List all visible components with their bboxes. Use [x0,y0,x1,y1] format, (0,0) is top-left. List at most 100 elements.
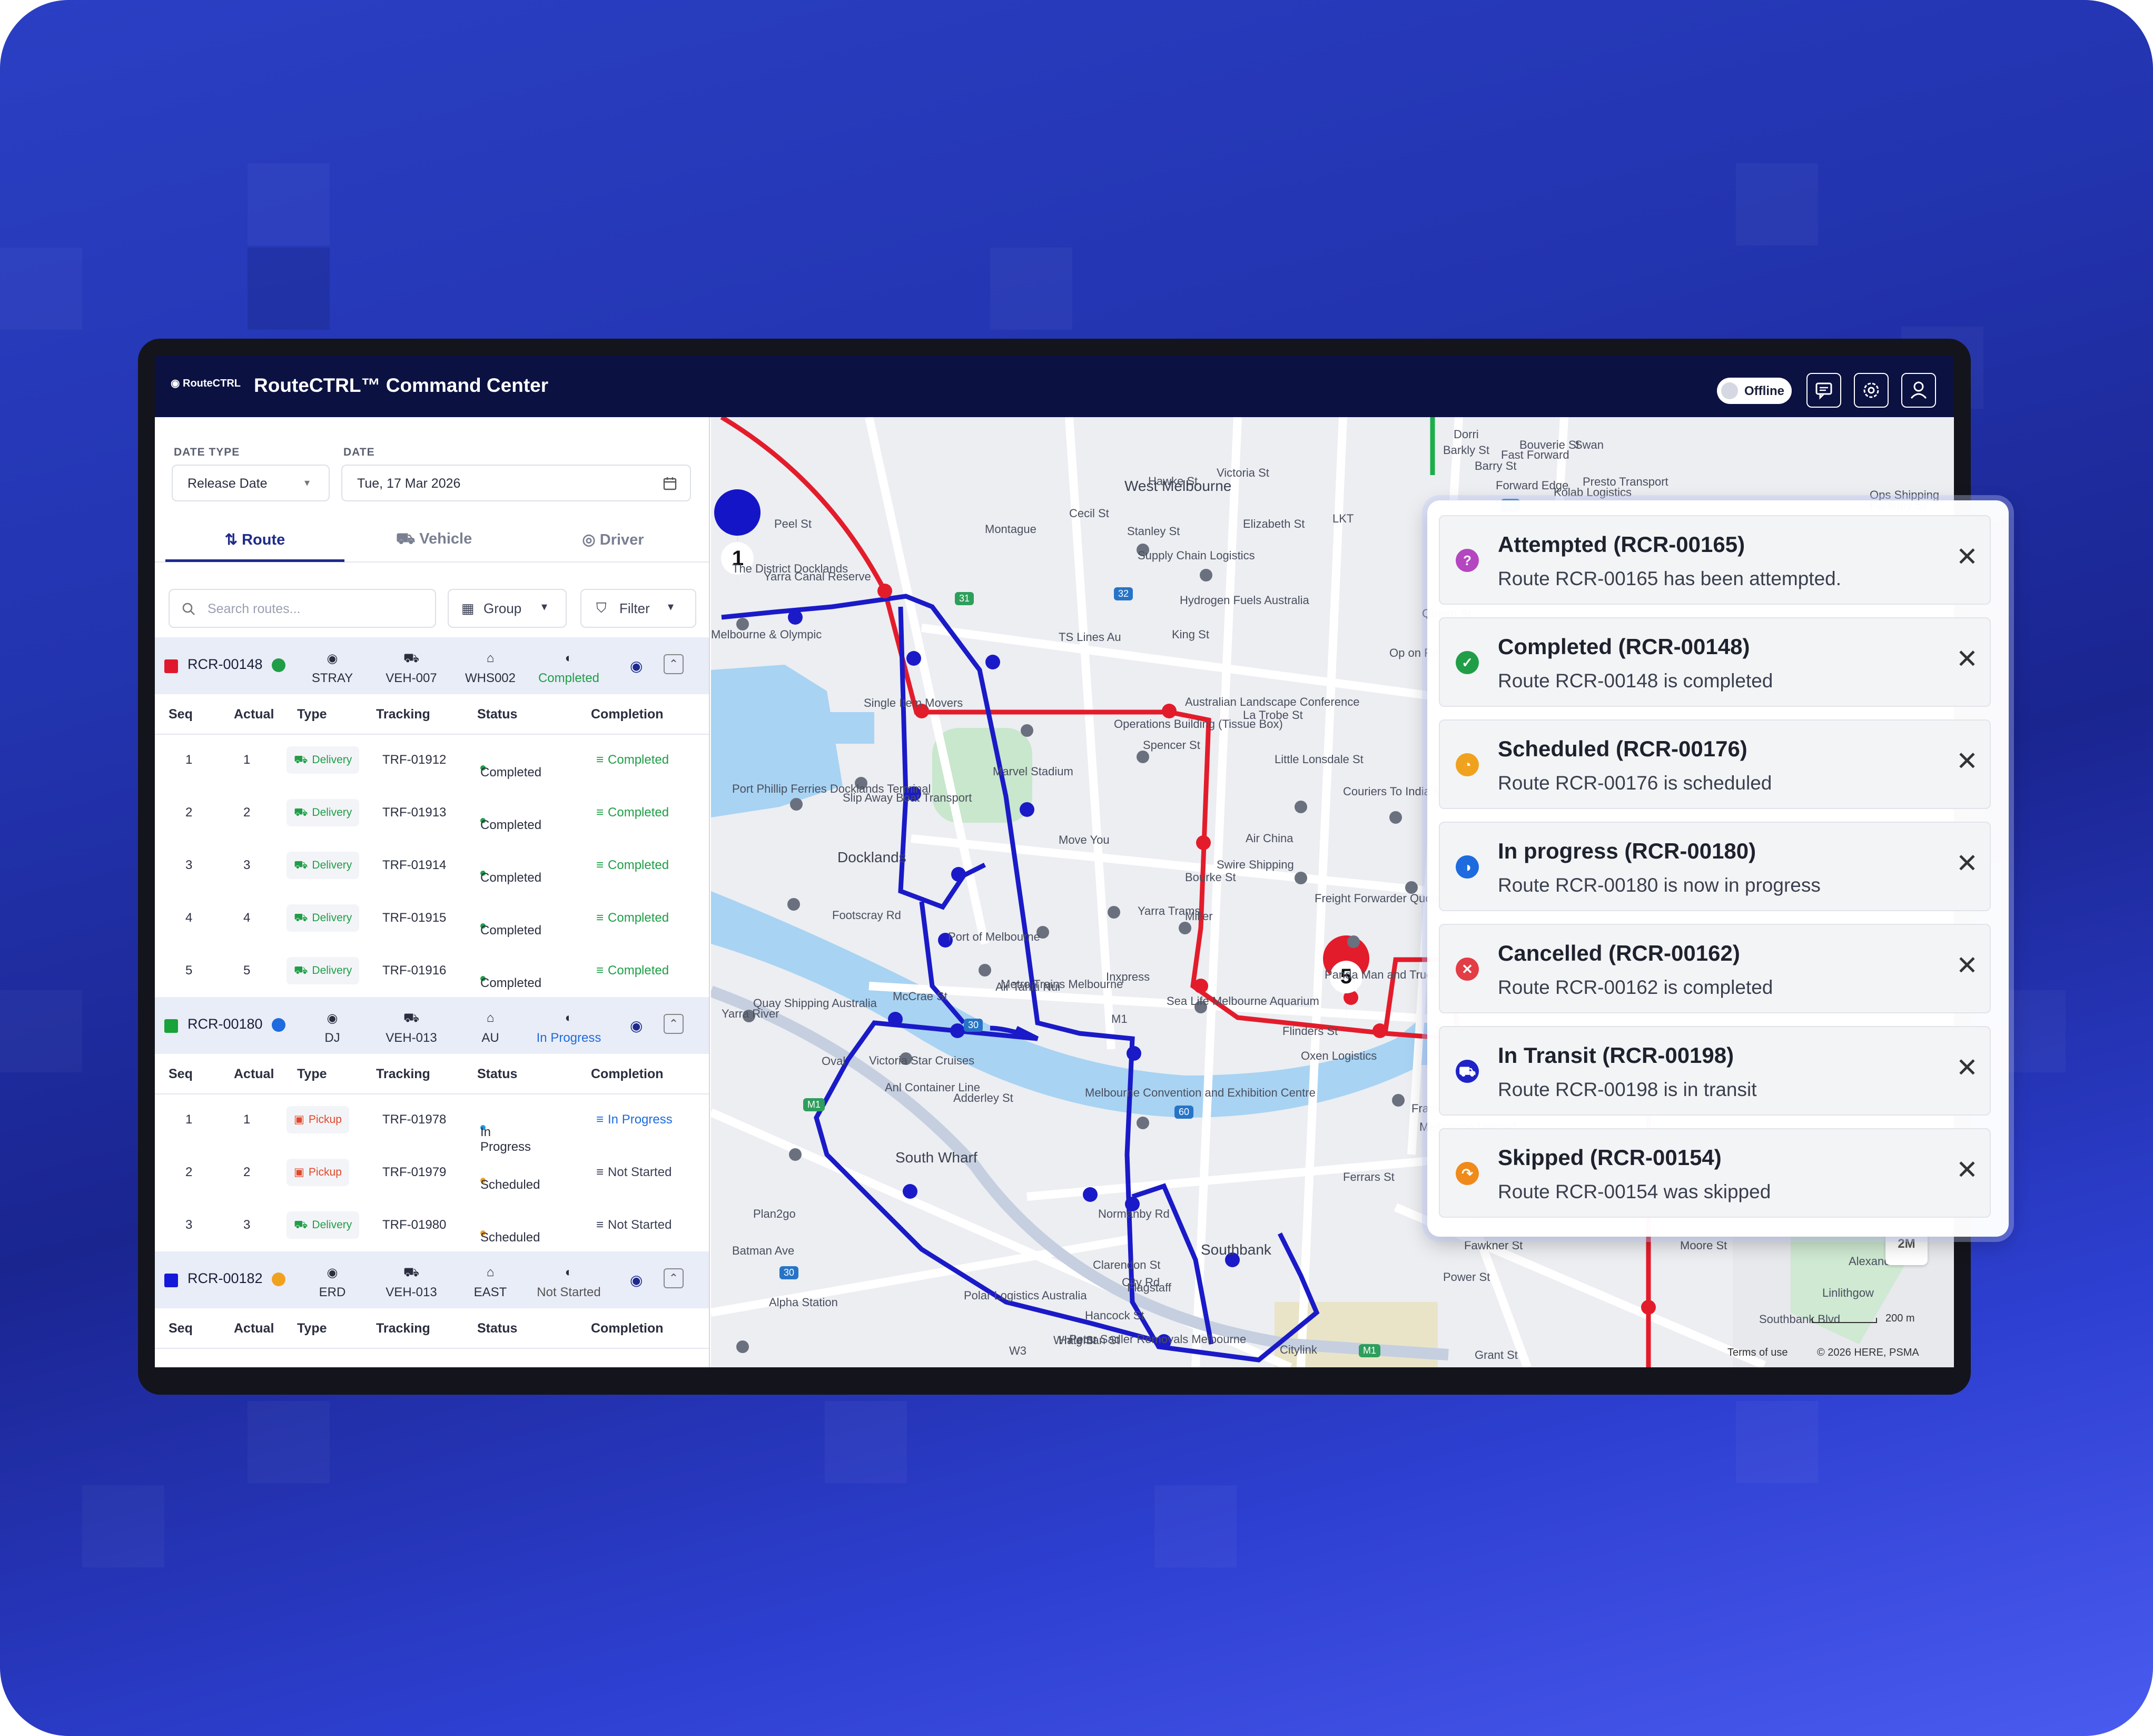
table-row[interactable]: 2 2 ⛟ Delivery TRF-01913 Completed ≡ Completed [155,786,709,839]
completion-icon: ≡ [596,911,604,925]
completion-text: Completed [608,753,669,767]
collapse-button[interactable]: ⌃ [664,1268,684,1288]
map-label: Air China [1246,832,1293,845]
completion-text: Not Started [608,1218,672,1232]
notification-card[interactable]: ◑ In progress (RCR-00180) Route RCR-00180 … [1439,822,1991,911]
table-row[interactable]: 3 3 ⛟ Delivery TRF-01914 Completed ≡ Completed [155,839,709,892]
user-icon: ◉ [327,1266,338,1280]
map-label: Marvel Stadium [993,765,1073,778]
map-label: Swan [1575,438,1604,451]
filter-label: Filter [619,600,650,616]
table-row[interactable]: 3 3 ⛟ Delivery TRF-01980 Scheduled ≡ Not Starte… [155,1199,709,1251]
close-icon[interactable]: ✕ [1956,746,1978,776]
map-label: Peel St [774,517,812,530]
table-row[interactable]: 1 1 ⛟ Delivery TRF-01912 Completed ≡ Completed [155,734,709,786]
close-icon[interactable]: ✕ [1956,1155,1978,1185]
close-icon[interactable]: ✕ [1956,848,1978,879]
close-icon[interactable]: ✕ [1956,950,1978,981]
notification-card[interactable]: ✕ Cancelled (RCR-00162) Route RCR-00162 is… [1439,924,1991,1013]
map-label: Barkly St [1443,443,1490,457]
delivery-icon: ⛟ [294,912,308,924]
truck-icon: ⛟ [403,1265,420,1279]
column-header-completion: Completion [591,707,664,722]
cell-completion: ≡ Not Started [596,1165,671,1180]
offline-toggle[interactable]: Offline [1717,378,1792,404]
close-icon[interactable]: ✕ [1956,644,1978,674]
terms-link[interactable]: Terms of use [1727,1347,1787,1359]
map-label: Whiteman St [1053,1334,1120,1347]
search-placeholder: Search routes... [208,601,301,616]
close-icon[interactable]: ✕ [1956,541,1978,572]
close-icon[interactable]: ✕ [1956,1052,1978,1083]
notification-card[interactable]: ✓ Completed (RCR-00148) Route RCR-00148 is… [1439,617,1991,707]
collapse-button[interactable]: ⌃ [664,1014,684,1034]
eye-icon[interactable]: ◉ [630,657,643,675]
settings-button[interactable] [1854,373,1889,408]
filter-button[interactable]: ⛉ Filter ▾ [580,589,696,628]
route-header[interactable]: RCR-00148 ◉ STRAY ⛟ VEH-007 ⌂ WHS002 ◐ Completed… [155,637,709,694]
grid-icon: ▦ [461,600,475,616]
table-row[interactable]: 4 4 ⛟ Delivery TRF-01915 Completed ≡ Completed [155,892,709,944]
notification-card[interactable]: ↷ Skipped (RCR-00154) Route RCR-00154 was … [1439,1128,1991,1218]
type-badge: ▣ Pickup [287,1159,349,1186]
truck-icon: ⛟ [1456,1060,1479,1083]
column-header-type: Type [297,707,327,722]
map-label: Operations Building (Tissue Box) [1114,717,1283,731]
map-label: Footscray Rd [832,909,901,922]
map-label: Stanley St [1127,525,1180,538]
cancel-icon: ✕ [1456,958,1479,981]
notification-card[interactable]: ◔ Scheduled (RCR-00176) Route RCR-00176 is… [1439,719,1991,809]
cell-completion: ≡ Completed [596,805,669,820]
eye-icon[interactable]: ◉ [630,1017,643,1034]
map-label: Kolab Logistics [1554,486,1632,499]
tab-route[interactable]: ⇅ Route [165,530,344,549]
type-badge: ⛟ Delivery [287,957,360,984]
notification-message: Route RCR-00180 is now in progress [1498,874,1821,896]
profile-button[interactable] [1901,373,1936,408]
group-button[interactable]: ▦ Group ▾ [448,589,567,628]
app-logo: ◉ RouteCTRL [171,378,241,389]
map-label: Hancock St [1085,1309,1144,1322]
completion-icon: ≡ [596,963,604,978]
table-row[interactable]: 2 2 ▣ Pickup TRF-01979 Scheduled ≡ Not Started [155,1146,709,1199]
map-label: Miller [1185,910,1213,923]
date-type-label: DATE TYPE [174,446,240,458]
eye-icon[interactable]: ◉ [630,1271,643,1289]
cell-seq: 2 [185,805,193,820]
chat-button[interactable] [1806,373,1841,408]
route-list: RCR-00148 ◉ STRAY ⛟ VEH-007 ⌂ WHS002 ◐ Completed… [155,637,709,1367]
cell-tracking: TRF-01915 [382,911,447,925]
search-input[interactable]: Search routes... [169,589,436,628]
date-picker[interactable]: Tue, 17 Mar 2026 [341,465,691,501]
notification-card[interactable]: ⛟ In Transit (RCR-00198) Route RCR-00198 i… [1439,1026,1991,1116]
table-row[interactable]: 1 1 ▣ Pickup TRF-01978 In Progress ≡ In Progres… [155,1093,709,1154]
tab-vehicle[interactable]: ⛟ Vehicle [344,530,524,549]
route-depot: AU [481,1031,499,1045]
table-row[interactable]: 5 5 ⛟ Delivery TRF-01916 Completed ≡ Completed [155,944,709,997]
route-color-swatch [164,1274,178,1287]
toggle-knob [1721,382,1738,399]
map-label: Grant St [1475,1348,1518,1362]
collapse-button[interactable]: ⌃ [664,654,684,674]
type-badge: ⛟ Delivery [287,1211,360,1239]
map-label: Melbourne & Olympic [711,628,822,641]
notification-title: In progress (RCR-00180) [1498,839,1756,863]
tab-driver[interactable]: ◎ Driver [524,530,703,549]
column-header-tracking: Tracking [376,1067,430,1081]
pickup-icon: ▣ [294,1113,304,1126]
cell-actual: 3 [243,858,251,872]
completion-text: In Progress [608,1112,673,1127]
notification-card[interactable]: ? Attempted (RCR-00165) Route RCR-00165 ha… [1439,515,1991,605]
status-icon: ◐ [565,1011,573,1025]
column-header-seq: Seq [169,1067,193,1081]
date-type-select[interactable]: Release Date ▾ [172,465,330,501]
map-label: Adderley St [953,1091,1013,1104]
route-header[interactable]: RCR-00180 ◉ DJ ⛟ VEH-013 ⌂ AU ◐ In Progress ◉ ⌃ [155,997,709,1054]
route-header[interactable]: RCR-00182 ◉ ERD ⛟ VEH-013 ⌂ EAST ◐ Not Started ◉ ⌃ [155,1251,709,1308]
cell-seq: 4 [185,911,193,925]
cell-completion: ≡ Completed [596,753,669,767]
cell-tracking: TRF-01916 [382,963,447,978]
cell-completion: ≡ Completed [596,911,669,925]
user-icon: ◉ [327,652,338,666]
route-state: Not Started [537,1285,601,1299]
